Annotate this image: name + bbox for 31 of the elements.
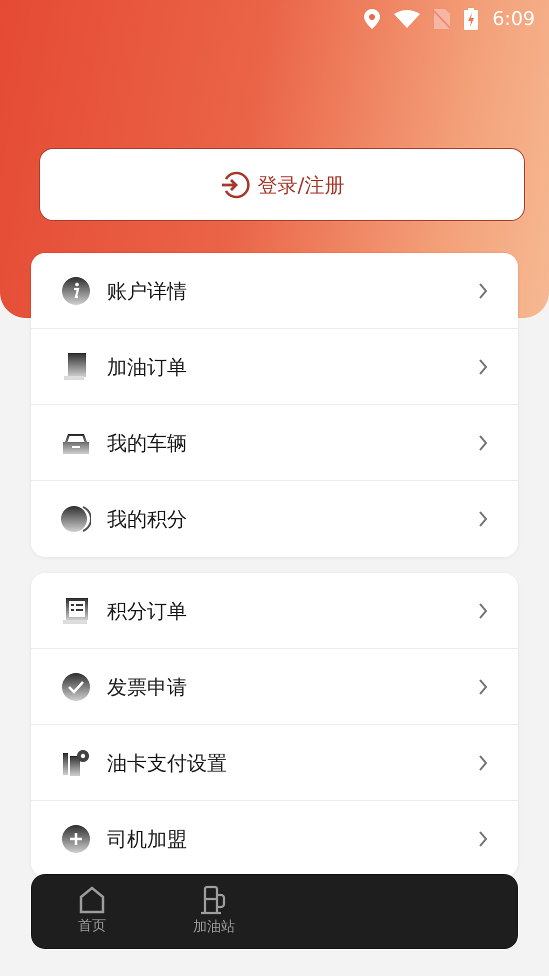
menu-item-label[interactable]: 我的车辆 bbox=[107, 428, 478, 458]
wifi-icon bbox=[394, 10, 420, 28]
coin-icon bbox=[61, 504, 91, 534]
chevron-right-icon[interactable] bbox=[478, 434, 488, 450]
chevron-right-icon[interactable] bbox=[478, 754, 488, 770]
login-icon bbox=[220, 170, 250, 200]
no-sim-icon bbox=[434, 9, 450, 29]
menu-item-label[interactable]: 发票申请 bbox=[107, 672, 478, 702]
location-icon bbox=[364, 9, 380, 29]
chevron-right-icon[interactable] bbox=[478, 282, 488, 298]
chevron-right-icon[interactable] bbox=[478, 678, 488, 694]
chevron-right-icon[interactable] bbox=[478, 602, 488, 618]
info-icon bbox=[61, 276, 91, 306]
menu-item-label[interactable]: 账户详情 bbox=[107, 276, 478, 306]
nav-tab[interactable]: 首页 bbox=[31, 874, 153, 949]
menu-item-label[interactable]: 加油订单 bbox=[107, 352, 478, 382]
menu-item-label[interactable]: 积分订单 bbox=[107, 596, 478, 626]
chevron-right-icon[interactable] bbox=[478, 358, 488, 374]
list-icon bbox=[61, 596, 91, 626]
battery-icon bbox=[464, 8, 478, 30]
chevron-right-icon[interactable] bbox=[478, 831, 488, 847]
menu-item-label[interactable]: 油卡支付设置 bbox=[107, 748, 478, 778]
login-button[interactable]: 登录/注册 bbox=[39, 148, 525, 221]
clock-time: 6:09 bbox=[492, 6, 535, 32]
chevron-right-icon[interactable] bbox=[478, 511, 488, 527]
menu-item-label[interactable]: 我的积分 bbox=[107, 504, 478, 534]
menu-item-label[interactable]: 司机加盟 bbox=[107, 824, 478, 854]
nav-tab[interactable]: 加油站 bbox=[153, 874, 275, 949]
plus-icon bbox=[61, 824, 91, 854]
home-icon bbox=[79, 886, 105, 914]
check-icon bbox=[61, 672, 91, 702]
